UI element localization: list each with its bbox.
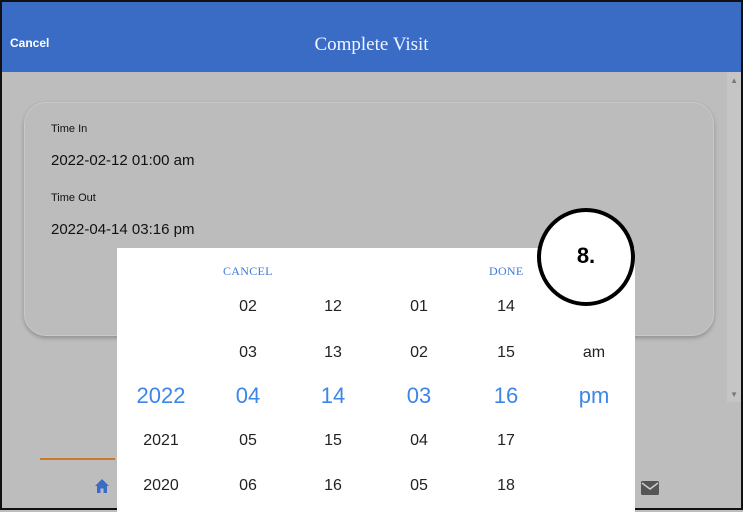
day-option[interactable]: 12 [293,298,373,316]
minute-option[interactable]: 18 [466,477,546,495]
minute-option-selected[interactable]: 16 [466,383,546,409]
minute-option[interactable]: 14 [466,298,546,316]
time-in-label: Time In [51,123,88,135]
step-number-badge: 8. [537,208,635,306]
time-in-field[interactable]: 2022-02-12 01:00 am [51,152,194,169]
hour-option[interactable]: 05 [379,477,459,495]
month-option[interactable]: 02 [208,298,288,316]
year-option[interactable]: 2021 [121,432,201,450]
day-option-selected[interactable]: 14 [293,383,373,409]
ampm-option[interactable]: am [554,344,634,362]
minute-option[interactable]: 17 [466,432,546,450]
day-option[interactable]: 16 [293,477,373,495]
day-option[interactable]: 15 [293,432,373,450]
picker-done-button[interactable]: DONE [489,264,524,279]
scroll-up-icon[interactable]: ▲ [730,76,738,85]
time-out-field[interactable]: 2022-04-14 03:16 pm [51,221,194,238]
month-option[interactable]: 03 [208,344,288,362]
minute-option[interactable]: 15 [466,344,546,362]
day-option[interactable]: 13 [293,344,373,362]
hour-option[interactable]: 01 [379,298,459,316]
page-title: Complete Visit [314,34,429,55]
scroll-down-icon[interactable]: ▼ [730,390,738,399]
home-icon[interactable] [94,478,110,499]
active-tab-indicator [40,458,115,460]
month-option[interactable]: 05 [208,432,288,450]
hour-option[interactable]: 02 [379,344,459,362]
app-header: Cancel Complete Visit [2,2,741,72]
scrollbar[interactable] [727,72,741,402]
mail-icon[interactable] [640,480,660,501]
time-out-label: Time Out [51,192,96,204]
picker-cancel-button[interactable]: CANCEL [223,264,273,279]
month-option-selected[interactable]: 04 [208,383,288,409]
month-option[interactable]: 06 [208,477,288,495]
ampm-option-selected[interactable]: pm [554,383,634,409]
year-option-selected[interactable]: 2022 [121,383,201,409]
hour-option[interactable]: 04 [379,432,459,450]
hour-option-selected[interactable]: 03 [379,383,459,409]
year-option[interactable]: 2020 [121,477,201,495]
step-number-label: 8. [576,243,596,268]
